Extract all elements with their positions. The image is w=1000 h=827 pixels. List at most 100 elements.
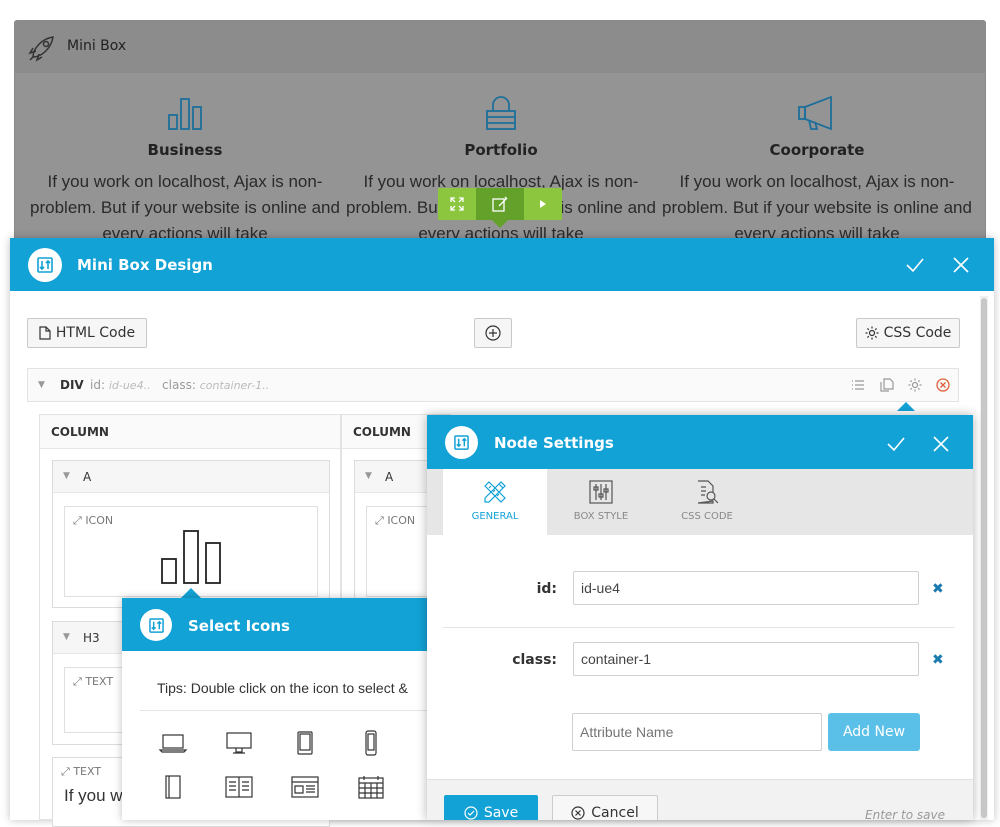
clear-id-icon[interactable]: ✖ [932,581,944,597]
clear-class-icon[interactable]: ✖ [932,652,944,668]
feature-heading: Business [147,141,223,159]
tab-general-label: GENERAL [471,511,519,522]
sort-icon [445,426,478,459]
tab-box-style[interactable]: BOX STYLE [549,469,653,535]
select-icons-tips: Tips: Double click on the icon to select… [157,680,408,696]
bar-chart-icon [168,98,202,130]
node-settings-title: Node Settings [494,434,614,452]
feature-business: Business If you work on localhost, Ajax … [27,93,343,247]
element-toolbar [438,188,562,220]
mobile-icon[interactable] [356,730,386,756]
sort-icon [140,609,172,641]
id-input[interactable]: id-ue4 [573,571,919,605]
feature-heading: Portfolio [464,141,538,159]
node-class-value: container-1.. [199,379,270,392]
collapse-caret-icon[interactable]: ▼ [63,632,70,642]
play-icon [540,200,546,208]
rocket-icon [28,36,54,62]
play-button[interactable] [524,188,562,220]
plus-circle-icon [485,325,501,341]
icon-element-label: ⤢ ICON [73,514,114,527]
confirm-icon[interactable] [886,434,906,454]
save-label: Save [483,805,519,820]
collapse-caret-icon[interactable]: ▼ [63,471,70,481]
id-label: id: [536,581,557,597]
cancel-button[interactable]: Cancel [552,795,658,820]
gear-icon [865,326,879,340]
expand-icon: ⤢ [375,514,384,527]
cancel-circle-icon [571,806,585,820]
close-icon[interactable] [931,434,951,454]
sliders-icon [589,480,613,504]
bar-chart-icon [161,530,221,584]
toolbar-pointer [492,220,508,228]
enter-to-save-hint: Enter to save [865,808,945,820]
expand-icon: ⤢ [73,514,82,527]
add-node-button[interactable] [474,318,512,348]
pencil-ruler-icon [484,481,506,503]
copy-icon[interactable] [880,378,894,392]
tab-css-code[interactable]: CSS CODE [655,469,759,535]
node-id-value: id-ue4.. [108,379,151,392]
edit-icon [492,196,508,212]
class-label: class: [512,652,557,668]
browser-window-icon[interactable] [290,774,320,800]
node-tag: DIV [60,378,84,392]
dialog-title: Mini Box Design [77,256,213,274]
select-icons-panel: Select Icons Tips: Double click on the i… [122,598,428,820]
collapse-caret-icon[interactable]: ▼ [365,471,372,481]
node-settings-footer: Save Cancel Enter to save [427,779,973,820]
html-code-button[interactable]: HTML Code [27,318,147,348]
element-a-header: ▼ A [53,461,329,493]
settings-gear-icon[interactable] [908,378,922,392]
css-code-label: CSS Code [883,325,952,341]
settings-pointer [897,402,915,411]
html-code-label: HTML Code [55,325,136,341]
icon-element-label: ⤢ ICON [375,514,416,527]
feature-coorporate: Coorporate If you work on localhost, Aja… [659,93,975,247]
megaphone-icon [798,95,832,131]
node-id-key: id: [90,378,105,392]
scrollbar[interactable] [980,296,988,820]
dialog-header: Mini Box Design [10,238,994,291]
node-class-key: class: [162,378,196,392]
file-search-icon [697,480,719,504]
confirm-icon[interactable] [905,255,925,275]
feature-text: If you work on localhost, Ajax is non-pr… [30,172,340,243]
tab-box-style-label: BOX STYLE [573,511,629,522]
edit-button[interactable] [476,188,524,220]
list-icon[interactable] [851,379,865,391]
close-icon[interactable] [951,255,971,275]
lock-icon [486,96,516,130]
add-new-button[interactable]: Add New [828,713,920,751]
element-h3-label: H3 [83,631,100,645]
attribute-name-input[interactable] [572,713,822,751]
desktop-icon[interactable] [224,730,254,756]
expand-button[interactable] [438,188,476,220]
collapse-caret-icon[interactable]: ▼ [38,380,45,390]
node-settings-header: Node Settings [427,415,973,469]
text-element-label: ⤢ TEXT [61,765,102,778]
element-a-label: A [83,470,92,484]
text-snippet: If you w [64,786,123,805]
node-settings-panel: Node Settings GENERAL BOX STYLE CSS CODE… [427,415,973,820]
calendar-icon[interactable] [356,774,386,800]
icon-element[interactable]: ⤢ ICON [64,506,318,597]
book-icon[interactable] [158,774,188,800]
css-code-button[interactable]: CSS Code [856,318,960,348]
node-row-div[interactable]: ▼ DIV id: id-ue4.. class: container-1.. [27,368,959,402]
tab-general[interactable]: GENERAL [443,469,547,535]
node-settings-tabs: GENERAL BOX STYLE CSS CODE [427,469,973,535]
tablet-icon[interactable] [290,730,320,756]
check-circle-icon [464,806,478,820]
mini-box-title: Mini Box [67,38,127,54]
remove-icon[interactable] [936,378,950,392]
laptop-icon[interactable] [158,730,188,756]
select-icons-title: Select Icons [188,617,290,635]
element-a-box[interactable]: ▼ A ⤢ ICON [52,460,330,608]
save-button[interactable]: Save [444,795,538,820]
element-a-label: A [385,470,394,484]
class-input[interactable]: container-1 [573,642,919,676]
open-book-icon[interactable] [224,774,254,800]
divider [443,627,955,628]
